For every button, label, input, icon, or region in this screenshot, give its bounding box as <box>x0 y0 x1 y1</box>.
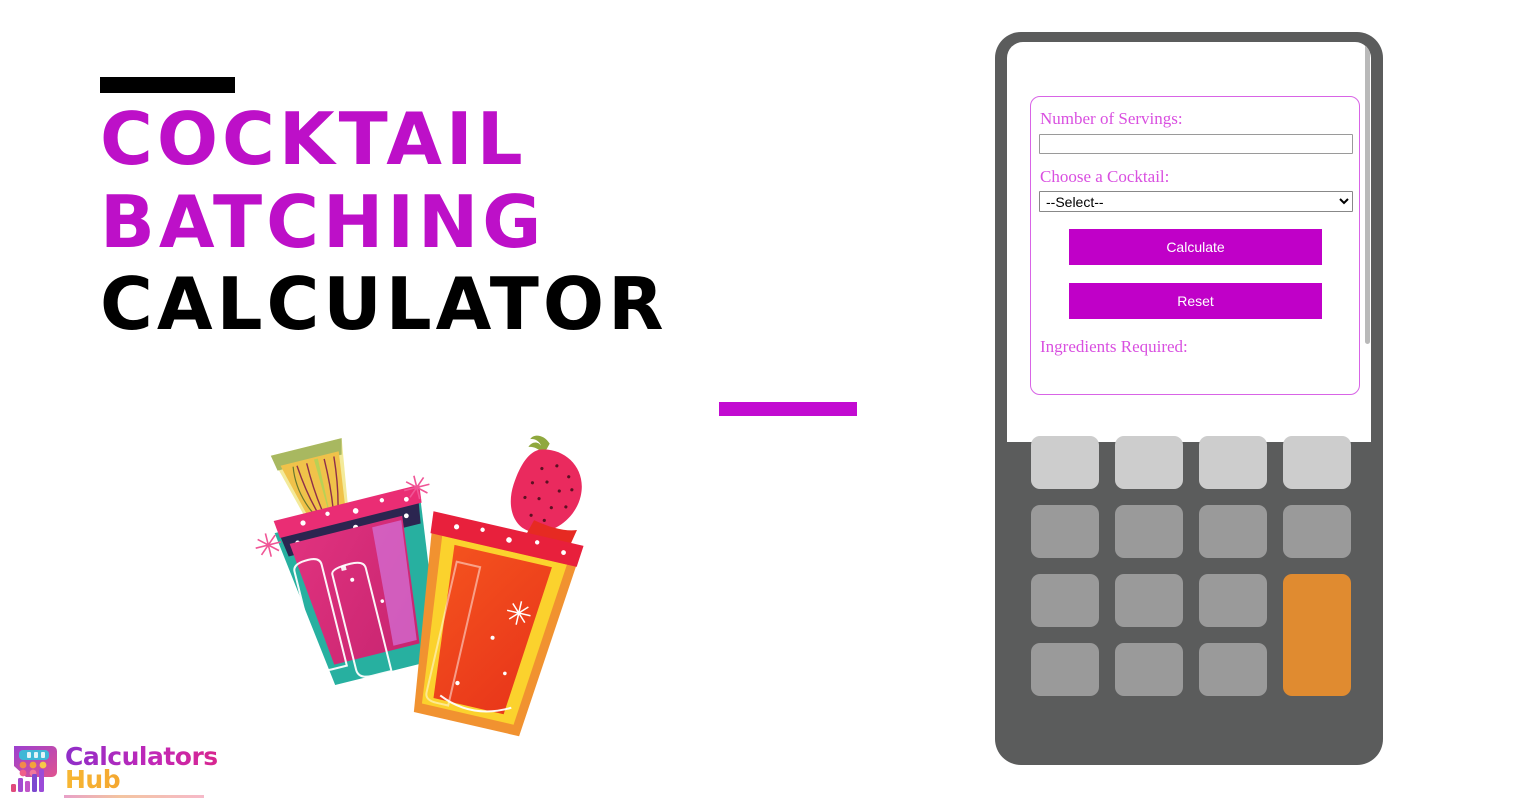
logo-underline <box>64 795 204 798</box>
calc-key-2[interactable] <box>1115 436 1183 489</box>
calc-key-5[interactable] <box>1031 505 1099 558</box>
calc-key-8[interactable] <box>1283 505 1351 558</box>
calc-key-3[interactable] <box>1199 436 1267 489</box>
calc-key-13[interactable] <box>1115 643 1183 696</box>
servings-label: Number of Servings: <box>1040 109 1183 128</box>
page-title-line-2: BATCHING <box>100 179 546 264</box>
magenta-rule-decoration <box>719 402 857 416</box>
logo-wordmark: Calculators Hub <box>65 744 218 792</box>
black-rule-decoration <box>100 77 235 93</box>
calc-key-equals[interactable] <box>1283 574 1351 696</box>
ingredients-required-label: Ingredients Required: <box>1040 337 1188 356</box>
calc-key-4[interactable] <box>1283 436 1351 489</box>
calc-key-9[interactable] <box>1031 574 1099 627</box>
cocktail-select[interactable]: --Select-- <box>1039 191 1353 212</box>
page-title: COCKTAIL BATCHING CALCULATOR <box>100 97 900 347</box>
cocktail-batching-form: Number of Servings: Choose a Cocktail: -… <box>1030 96 1360 395</box>
calc-key-6[interactable] <box>1115 505 1183 558</box>
logo-word-hub: Hub <box>65 767 218 792</box>
calculator-device: Number of Servings: Choose a Cocktail: -… <box>995 32 1383 765</box>
screen-scrollbar[interactable] <box>1365 44 1370 344</box>
page-title-line-3: CALCULATOR <box>100 262 668 347</box>
calc-key-11[interactable] <box>1199 574 1267 627</box>
cocktail-glasses-illustration <box>255 435 584 737</box>
calculatorshub-logo[interactable]: Calculators Hub <box>8 738 218 798</box>
calculate-button[interactable]: Calculate <box>1069 229 1322 265</box>
calc-key-10[interactable] <box>1115 574 1183 627</box>
servings-input[interactable] <box>1039 134 1353 154</box>
calc-key-12[interactable] <box>1031 643 1099 696</box>
hero-panel: COCKTAIL BATCHING CALCULATOR Calculators… <box>0 0 960 800</box>
reset-button[interactable]: Reset <box>1069 283 1322 319</box>
cocktail-label: Choose a Cocktail: <box>1040 167 1170 186</box>
calc-key-7[interactable] <box>1199 505 1267 558</box>
calc-key-14[interactable] <box>1199 643 1267 696</box>
page-title-line-1: COCKTAIL <box>100 97 527 181</box>
calc-key-1[interactable] <box>1031 436 1099 489</box>
calculator-logo-icon <box>11 746 57 792</box>
calculator-keypad <box>1031 436 1351 696</box>
calculator-screen: Number of Servings: Choose a Cocktail: -… <box>1007 42 1371 442</box>
